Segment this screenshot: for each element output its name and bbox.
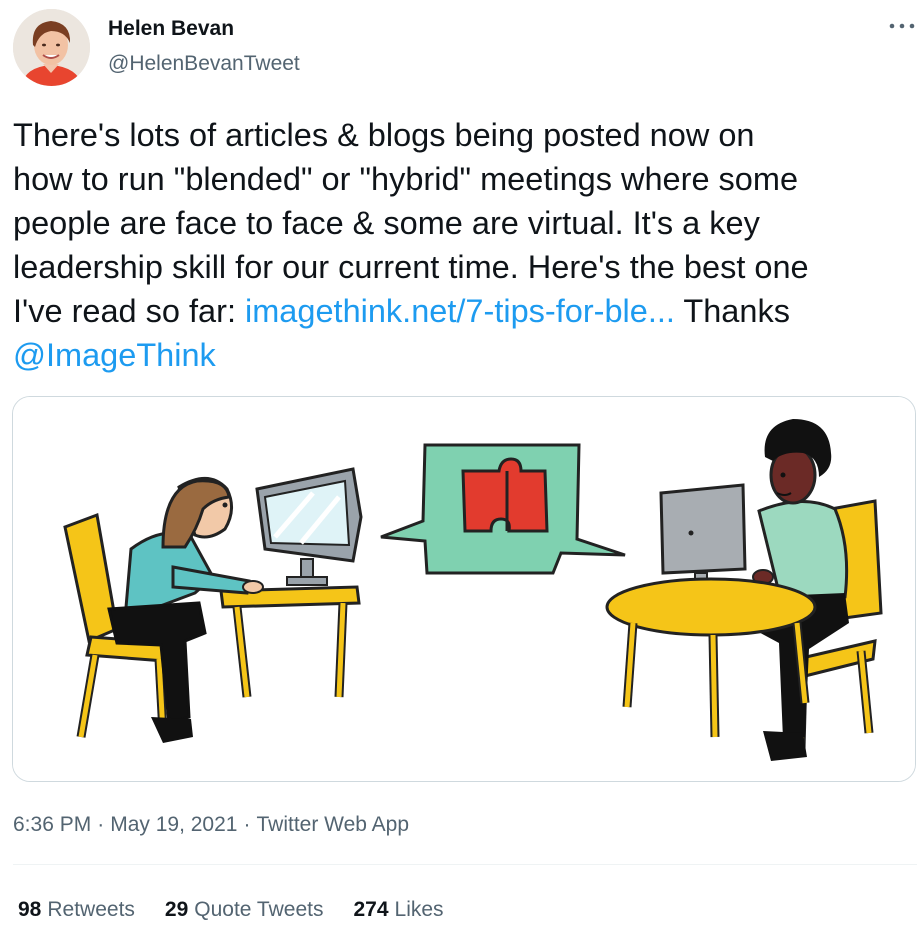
retweets-label: Retweets [47, 898, 135, 921]
tweet-meta: 6:36 PM · May 19, 2021 · Twitter Web App [13, 813, 409, 837]
tweet-line: I've read so far: imagethink.net/7-tips-… [13, 289, 918, 333]
more-icon [889, 23, 915, 29]
retweets-stat[interactable]: 98 Retweets [18, 898, 135, 922]
quote-tweets-label: Quote Tweets [194, 898, 324, 921]
retweets-count: 98 [18, 898, 42, 921]
media-card[interactable] [12, 396, 916, 782]
tweet-time[interactable]: 6:36 PM [13, 813, 91, 836]
author-name[interactable]: Helen Bevan [108, 17, 234, 41]
quote-tweets-stat[interactable]: 29 Quote Tweets [165, 898, 324, 922]
more-options-button[interactable] [884, 12, 920, 40]
likes-label: Likes [394, 898, 444, 921]
quote-tweets-count: 29 [164, 898, 189, 921]
likes-count: 274 [353, 898, 389, 921]
tweet-line: There's lots of articles & blogs being p… [13, 117, 755, 153]
avatar[interactable] [13, 9, 90, 86]
avatar-photo [13, 9, 90, 86]
separator: · [243, 813, 251, 836]
tweet-line: people are face to face & some are virtu… [13, 205, 760, 241]
tweet-date[interactable]: May 19, 2021 [110, 813, 237, 836]
tweet-source[interactable]: Twitter Web App [256, 813, 409, 836]
tweet-text-segment: I've read so far: [13, 293, 246, 329]
engagement-stats: 98 Retweets 29 Quote Tweets 274 Likes [18, 898, 444, 922]
likes-stat[interactable]: 274 Likes [353, 898, 443, 922]
article-link[interactable]: imagethink.net/7-tips-for-ble... [245, 293, 675, 329]
tweet-line: leadership skill for our current time. H… [13, 249, 809, 285]
tweet-line: how to run "blended" or "hybrid" meeting… [13, 161, 799, 197]
divider [13, 864, 917, 865]
author-handle[interactable]: @HelenBevanTweet [108, 52, 300, 76]
tweet-text-segment: Thanks [674, 293, 790, 329]
separator: · [97, 813, 105, 836]
hybrid-meeting-illustration [13, 397, 915, 781]
tweet-text: There's lots of articles & blogs being p… [13, 113, 918, 377]
mention-link[interactable]: @ImageThink [13, 337, 216, 373]
tweet-line: @ImageThink [13, 333, 918, 377]
